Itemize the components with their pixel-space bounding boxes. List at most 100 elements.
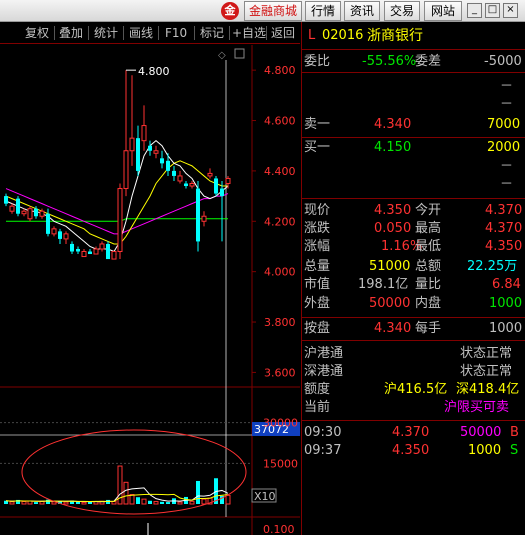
close-icon[interactable]: ×	[503, 3, 518, 18]
candle-body	[16, 198, 20, 214]
kline-svg[interactable]: 4.800 4.600 4.400 4.200 4.000 3.800 3.600 ◇ 4.80…	[0, 45, 300, 535]
volume-bar	[63, 501, 69, 505]
weibi-label: 委比	[304, 54, 331, 69]
candle-body	[129, 137, 135, 152]
tick-side: B	[510, 425, 519, 440]
trade-button[interactable]: 交易	[384, 1, 420, 21]
volume-bar	[81, 501, 87, 505]
candle-body	[148, 145, 152, 151]
stat-label: 涨幅	[304, 239, 331, 254]
divider	[302, 49, 525, 50]
anpan-value: 4.340	[374, 321, 412, 336]
sh-connect-status: 状态正常	[460, 346, 513, 361]
volume-bar	[9, 501, 15, 505]
candle-body	[93, 248, 99, 255]
quote-button[interactable]: 行情	[305, 1, 341, 21]
tick-price: 4.350	[392, 443, 430, 458]
maximize-icon[interactable]: □	[485, 3, 500, 18]
volume-bar	[141, 498, 147, 505]
stat-label: 现价	[304, 203, 331, 218]
candle-body	[153, 150, 159, 154]
candle-body	[9, 205, 15, 212]
stat-value: 1000	[489, 296, 523, 311]
candle-body	[51, 228, 57, 235]
ma60-line	[6, 218, 228, 222]
volume-bar	[136, 497, 140, 504]
buy-dash: －	[500, 177, 514, 192]
stat-label: 外盘	[304, 296, 331, 311]
volume-bar	[160, 501, 164, 504]
candle-body	[184, 183, 188, 187]
news-button[interactable]: 资讯	[344, 1, 380, 21]
stat-label: 总额	[415, 259, 442, 274]
candle-body	[111, 251, 117, 260]
volume-bar	[123, 481, 129, 505]
weicha-value: -5000	[484, 54, 522, 69]
stat-label: 涨跌	[304, 221, 331, 236]
draw-line-button[interactable]: 画线	[129, 25, 153, 41]
current-status: 沪限买可卖	[444, 400, 510, 415]
divider	[302, 198, 525, 199]
candle-body	[88, 251, 92, 255]
volume-bar	[21, 501, 27, 505]
quota-sz: 深418.4亿	[456, 382, 520, 397]
buy1-label: 买一	[304, 140, 331, 155]
tick-time: 09:37	[304, 443, 342, 458]
vol-unit-label: X10	[254, 490, 276, 503]
sell1-price: 4.340	[374, 117, 412, 132]
stock-name: 浙商银行	[367, 28, 423, 44]
f10-button[interactable]: F10	[165, 25, 187, 41]
stat-value: 198.1亿	[358, 277, 409, 292]
brand-mall-button[interactable]: 金融商城	[244, 1, 302, 21]
price-tick-label: 3.800	[264, 316, 296, 329]
candle-body	[70, 243, 74, 252]
box-icon	[234, 48, 245, 59]
stat-label: 量比	[415, 277, 442, 292]
toolbar-divider	[88, 26, 89, 40]
candle-body	[201, 215, 207, 222]
quota-label: 额度	[304, 382, 331, 397]
buy1-volume: 2000	[487, 140, 521, 155]
statistics-button[interactable]: 统计	[94, 25, 118, 41]
overlay-button[interactable]: 叠加	[59, 25, 83, 41]
volume-bar	[225, 494, 231, 505]
divider	[302, 317, 525, 318]
candle-body	[34, 208, 38, 217]
weibi-value: -55.56%	[362, 54, 417, 69]
sell-dash: －	[500, 79, 514, 94]
price-tick-label: 4.200	[264, 215, 296, 228]
ma5-line	[5, 140, 229, 253]
back-button[interactable]: 返回	[271, 25, 295, 41]
candle-body	[196, 188, 200, 242]
kline-chart[interactable]: 4.800 4.600 4.400 4.200 4.000 3.800 3.600 ◇ 4.80…	[0, 45, 300, 535]
stock-code: 02016	[322, 28, 364, 43]
divider	[302, 72, 525, 73]
candle-body	[81, 251, 87, 258]
diamond-icon: ◇	[218, 50, 226, 61]
divider	[302, 340, 525, 341]
tick-time: 09:30	[304, 425, 342, 440]
add-watchlist-button[interactable]: +自选	[232, 25, 266, 41]
mark-button[interactable]: 标记	[200, 25, 224, 41]
stat-value: 50000	[369, 296, 411, 311]
adjust-rights-button[interactable]: 复权	[25, 25, 49, 41]
minimize-icon[interactable]: _	[467, 3, 482, 18]
price-tick-label: 4.800	[264, 64, 296, 77]
candle-body	[166, 160, 170, 171]
candle-body	[27, 208, 33, 220]
candle-body	[136, 138, 140, 171]
lot-size-value: 1000	[489, 321, 523, 336]
brand-logo-icon: 金	[221, 2, 239, 20]
candle-body	[4, 196, 8, 204]
high-label: 4.800	[138, 65, 170, 78]
candle-body	[160, 158, 164, 164]
volume-bar	[111, 501, 117, 505]
title-bar: 金 金融商城 行情 资讯 交易 网站 _ □ ×	[0, 0, 525, 22]
candle-body	[177, 175, 183, 182]
candle-body	[76, 248, 80, 252]
tick-volume: 1000	[468, 443, 502, 458]
website-button[interactable]: 网站	[424, 1, 462, 21]
candle-body	[46, 213, 50, 234]
volume-bar	[39, 501, 45, 505]
candle-body	[117, 188, 123, 253]
